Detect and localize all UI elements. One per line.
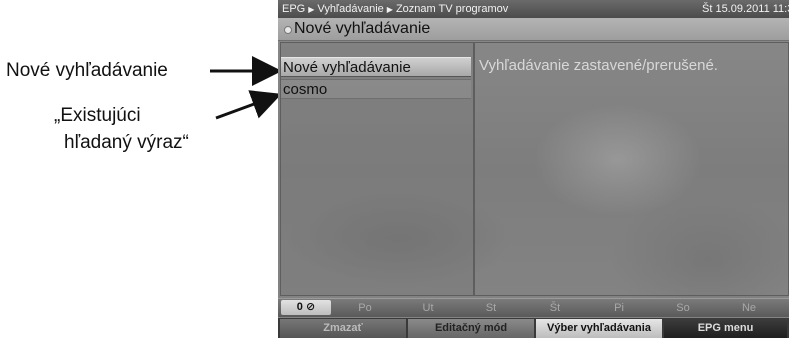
- day-monday[interactable]: Po: [340, 299, 390, 317]
- clock-icon: ⊘: [305, 301, 316, 313]
- day-tuesday[interactable]: Ut: [403, 299, 453, 317]
- day-saturday[interactable]: So: [658, 299, 708, 317]
- annotation-new-search: Nové vyhľadávanie: [6, 60, 168, 81]
- breadcrumb-epg: EPG: [282, 3, 306, 15]
- annotation-existing-term-line1: „Existujúci: [54, 105, 141, 126]
- day-counter-value: 0: [296, 301, 303, 313]
- breadcrumb-separator-icon: ▶: [308, 5, 315, 14]
- day-friday[interactable]: Pi: [594, 299, 644, 317]
- top-bar: EPG ▶ Vyhľadávanie ▶ Zoznam TV programov Št …: [278, 0, 789, 18]
- edit-mode-button[interactable]: Editačný mód: [408, 319, 534, 338]
- title-bar: Nové vyhľadávanie: [278, 18, 789, 41]
- status-message: Vyhľadávanie zastavené/prerušené.: [479, 57, 718, 74]
- delete-button[interactable]: Zmazať: [280, 319, 406, 338]
- day-counter: 0 ⊘: [281, 300, 331, 315]
- breadcrumb-search: Vyhľadávanie: [317, 3, 384, 15]
- results-panel: Vyhľadávanie zastavené/prerušené.: [474, 42, 789, 296]
- search-list-panel: Nové vyhľadávanie cosmo: [280, 42, 474, 296]
- date-time: Št 15.09.2011 11:32: [702, 3, 789, 15]
- function-button-bar: Zmazať Editačný mód Výber vyhľadávania E…: [278, 318, 789, 338]
- breadcrumb-separator-icon: ▶: [386, 5, 393, 14]
- arrow-existing-term: [215, 90, 282, 120]
- list-item-new-search[interactable]: Nové vyhľadávanie: [281, 57, 471, 77]
- search-selection-button[interactable]: Výber vyhľadávania: [536, 319, 662, 338]
- page-title: Nové vyhľadávanie: [294, 20, 431, 37]
- epg-menu-button[interactable]: EPG menu: [664, 319, 787, 338]
- breadcrumb-tv-program-list: Zoznam TV programov: [395, 3, 509, 15]
- day-thursday[interactable]: Št: [530, 299, 580, 317]
- list-item-cosmo[interactable]: cosmo: [281, 79, 471, 99]
- day-sunday[interactable]: Ne: [724, 299, 774, 317]
- day-bar: 0 ⊘ Po Ut St Št Pi So Ne: [278, 298, 789, 317]
- title-bullet-icon: [284, 26, 292, 34]
- annotation-existing-term-line2: hľadaný výraz“: [64, 132, 189, 153]
- tv-screen: EPG ▶ Vyhľadávanie ▶ Zoznam TV programov Št …: [278, 0, 789, 338]
- breadcrumb: EPG ▶ Vyhľadávanie ▶ Zoznam TV programov: [282, 0, 508, 19]
- day-wednesday[interactable]: St: [466, 299, 516, 317]
